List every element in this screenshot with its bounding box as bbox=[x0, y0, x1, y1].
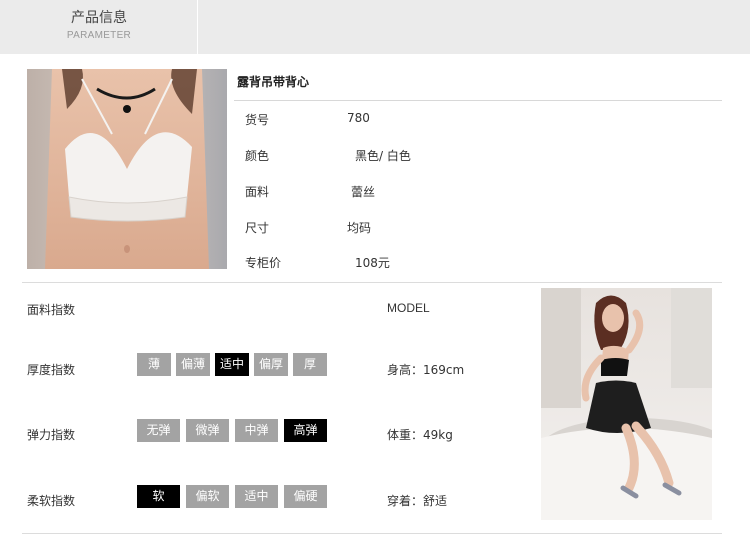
section-title: 产品信息 bbox=[71, 10, 127, 26]
product-name: 露背吊带背心 bbox=[237, 75, 310, 89]
elasticity-option-selected: 高弹 bbox=[284, 419, 327, 442]
model-fit: 穿着：舒适 bbox=[387, 494, 448, 508]
thickness-option: 偏薄 bbox=[176, 353, 210, 376]
elasticity-option: 微弹 bbox=[186, 419, 229, 442]
spec-value-price: 108元 bbox=[355, 256, 390, 270]
section-header: 产品信息 PARAMETER bbox=[0, 0, 750, 54]
fabric-index-title: 面料指数 bbox=[27, 303, 76, 317]
model-photo bbox=[541, 288, 712, 520]
section-subtitle: PARAMETER bbox=[66, 30, 132, 41]
thickness-index-label: 厚度指数 bbox=[27, 363, 76, 377]
product-photo bbox=[27, 69, 227, 269]
softness-index-label: 柔软指数 bbox=[27, 494, 76, 508]
spec-value-color: 黑色/ 白色 bbox=[355, 149, 411, 163]
spec-label-item-no: 货号 bbox=[245, 113, 270, 127]
spec-value-fabric: 蕾丝 bbox=[351, 185, 376, 199]
thickness-option: 薄 bbox=[137, 353, 171, 376]
spec-label-size: 尺寸 bbox=[245, 221, 270, 235]
spec-label-price: 专柜价 bbox=[245, 256, 282, 270]
header-tab: 产品信息 PARAMETER bbox=[0, 0, 198, 54]
section-divider bbox=[22, 282, 722, 283]
thickness-option-selected: 适中 bbox=[215, 353, 249, 376]
softness-option-selected: 软 bbox=[137, 485, 180, 508]
spec-value-item-no: 780 bbox=[347, 111, 370, 125]
elasticity-option: 无弹 bbox=[137, 419, 180, 442]
thickness-option: 厚 bbox=[293, 353, 327, 376]
thickness-option: 偏厚 bbox=[254, 353, 288, 376]
elasticity-index-label: 弹力指数 bbox=[27, 428, 76, 442]
softness-option: 偏软 bbox=[186, 485, 229, 508]
softness-option: 适中 bbox=[235, 485, 278, 508]
spec-value-size: 均码 bbox=[347, 221, 372, 235]
model-weight: 体重：49kg bbox=[387, 428, 453, 442]
divider bbox=[234, 100, 722, 101]
elasticity-option: 中弹 bbox=[235, 419, 278, 442]
bottom-divider bbox=[22, 533, 722, 534]
softness-option: 偏硬 bbox=[284, 485, 327, 508]
model-title: MODEL bbox=[387, 301, 430, 315]
spec-label-color: 颜色 bbox=[245, 149, 270, 163]
spec-label-fabric: 面料 bbox=[245, 185, 270, 199]
model-height: 身高：169cm bbox=[387, 363, 465, 377]
